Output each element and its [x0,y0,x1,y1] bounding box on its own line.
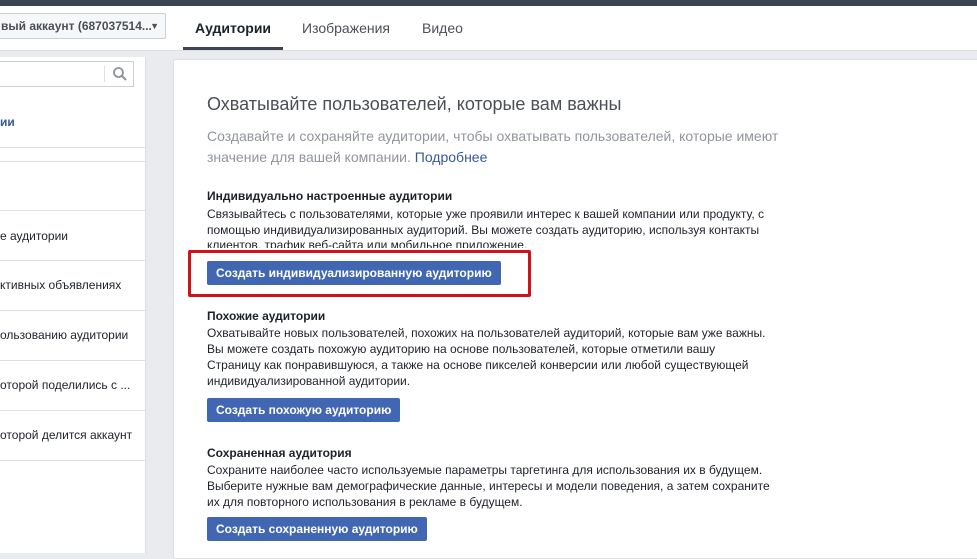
chevron-down-icon: ▼ [150,21,159,31]
sidebar-divider [0,260,145,261]
sidebar-item-shared-by-account[interactable]: оторой делится аккаунт [0,428,145,442]
search-input[interactable] [0,61,134,87]
learn-more-link[interactable]: Подробнее [415,149,488,165]
tab-images[interactable]: Изображения [302,6,390,50]
highlight-annotation [188,250,531,297]
lookalike-audiences-title: Похожие аудитории [207,309,326,323]
custom-audiences-text-clipped: клиентов, трафик веб-сайта или мобильное… [207,238,528,248]
sidebar-divider [0,161,145,162]
custom-audiences-title: Индивидуально настроенные аудитории [207,189,453,203]
sidebar-item-active-ads[interactable]: ктивных объявлениях [0,278,145,292]
search-icon[interactable] [112,66,128,82]
saved-audience-title: Сохраненная аудитория [207,446,352,460]
sidebar: ии е аудитории ктивных объявлениях ользо… [0,57,146,553]
sidebar-item-audience-usage[interactable]: ользованию аудитории [0,328,145,342]
sidebar-divider [0,210,145,211]
main-panel: Охватывайте пользователей, которые вам в… [173,59,977,559]
custom-audiences-text: Связывайтесь с пользователями, которые у… [207,207,765,237]
create-saved-audience-button[interactable]: Создать сохраненную аудиторию [207,517,427,541]
lookalike-audiences-text: Охватывайте новых пользователей, похожих… [207,326,766,388]
sidebar-divider [0,310,145,311]
search-separator [104,66,105,82]
page-description: Создавайте и сохраняйте аудитории, чтобы… [207,126,797,168]
sidebar-item-shared-with[interactable]: оторой поделились с ... [0,378,145,392]
account-label: вый аккаунт (687037514... [1,19,152,33]
sidebar-divider [0,360,145,361]
sidebar-item-custom-audiences[interactable]: е аудитории [0,229,145,243]
tab-audiences[interactable]: Аудитории [183,6,284,50]
sidebar-divider [0,460,145,461]
page-title: Охватывайте пользователей, которые вам в… [207,94,622,114]
sidebar-divider [0,147,145,148]
description-text: Создавайте и сохраняйте аудитории, чтобы… [207,128,779,165]
saved-audience-text: Сохраните наиболее часто используемые па… [207,463,770,509]
header: вый аккаунт (687037514... ▼ Аудитории Из… [0,6,977,51]
account-dropdown[interactable]: вый аккаунт (687037514... ▼ [0,13,166,39]
sidebar-divider [0,410,145,411]
sidebar-item-active[interactable]: ии [0,115,15,129]
create-lookalike-audience-button[interactable]: Создать похожую аудиторию [207,398,401,422]
tab-video[interactable]: Видео [422,6,463,50]
